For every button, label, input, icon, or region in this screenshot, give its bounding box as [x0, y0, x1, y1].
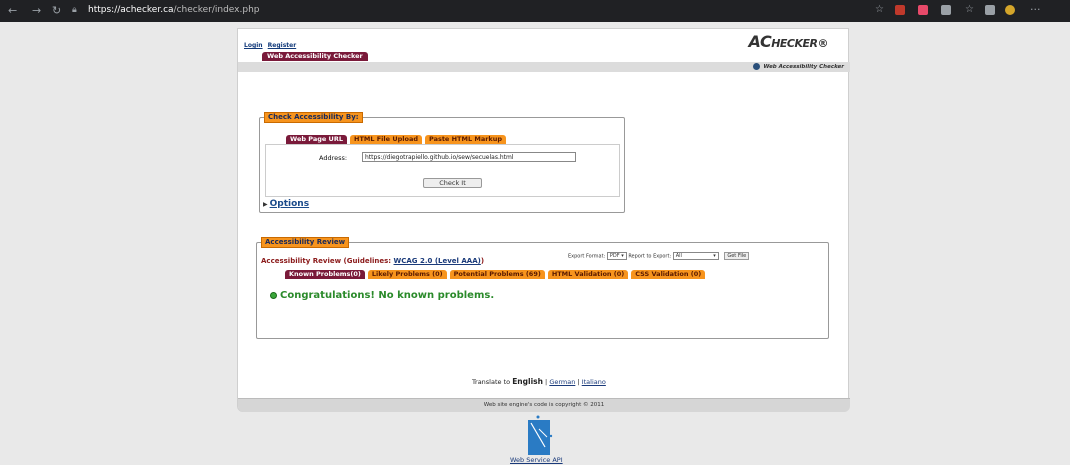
translate-bar: Translate to English | German | Italiano [472, 377, 606, 386]
review-title-prefix: Accessibility Review (Guidelines: [261, 257, 394, 265]
bar-title-text: Web Accessibility Checker [763, 64, 844, 70]
lang-german-link[interactable]: German [549, 378, 575, 386]
accessibility-review-fieldset: Accessibility Review Accessibility Revie… [256, 237, 829, 339]
web-service-api-icon[interactable] [525, 415, 553, 455]
url-host: https://achecker.ca [88, 5, 174, 15]
copyright-footer: Web site engine's code is copyright © 20… [238, 398, 850, 412]
web-service-api-link[interactable]: Web Service API [510, 456, 563, 464]
export-format-label: Export Format: [568, 253, 606, 260]
profile-avatar-icon[interactable] [1005, 5, 1015, 15]
export-format-value: PDF [609, 253, 620, 259]
translate-prefix: Translate to [472, 378, 511, 386]
tab-web-page-url[interactable]: Web Page URL [286, 135, 347, 144]
lock-icon: 🔒︎ [72, 5, 77, 15]
achecker-logo: ACHECKER® [748, 32, 829, 51]
export-format-select[interactable]: PDF ▾ [606, 252, 627, 260]
tab-likely-problems[interactable]: Likely Problems (0) [367, 270, 447, 279]
logo-big: AC [748, 32, 772, 51]
help-icon [753, 63, 761, 70]
report-select[interactable]: All ▾ [672, 252, 719, 260]
report-label: Report to Export: [628, 253, 672, 260]
check-icon [270, 291, 277, 299]
register-link[interactable]: Register [268, 42, 297, 49]
header-bar: Web Accessibility Checker [238, 62, 850, 72]
url-panel: Address: https://diegotrapiello.github.i… [265, 144, 620, 197]
get-file-button[interactable]: Get File [724, 252, 750, 260]
tab-potential-problems[interactable]: Potential Problems (69) [449, 270, 545, 279]
address-label: Address: [319, 154, 348, 162]
lang-italian-link[interactable]: Italiano [582, 378, 606, 386]
triangle-right-icon: ▶ [263, 201, 268, 208]
input-tabs: Web Page URL HTML File Upload Paste HTML… [286, 135, 507, 144]
forward-icon[interactable]: → [32, 4, 41, 17]
tab-html-validation[interactable]: HTML Validation (0) [547, 270, 629, 279]
report-value: All [675, 253, 682, 259]
tab-css-validation[interactable]: CSS Validation (0) [631, 270, 706, 279]
guideline-link[interactable]: WCAG 2.0 (Level AAA) [394, 257, 481, 265]
address-input[interactable]: https://diegotrapiello.github.io/sew/sec… [362, 152, 576, 162]
lang-separator: | [577, 378, 580, 386]
web-accessibility-checker-tab[interactable]: Web Accessibility Checker [262, 52, 368, 61]
check-accessibility-fieldset: Check Accessibility By: Web Page URL HTM… [259, 112, 625, 213]
extension-icon[interactable] [941, 5, 951, 15]
options-label: Options [269, 199, 310, 209]
congrats-text: Congratulations! No known problems. [280, 290, 495, 301]
address-bar[interactable]: https://achecker.ca/checker/index.php [88, 5, 260, 15]
refresh-icon[interactable]: ↻ [52, 4, 61, 17]
lang-separator: | [545, 378, 548, 386]
tab-paste-html-markup[interactable]: Paste HTML Markup [424, 135, 507, 144]
more-icon[interactable]: ··· [1030, 3, 1041, 16]
login-link[interactable]: Login [244, 42, 263, 49]
congrats-message: Congratulations! No known problems. [270, 290, 494, 301]
review-title-suffix: ) [480, 257, 485, 265]
top-links: Login Register [244, 42, 299, 49]
review-title: Accessibility Review (Guidelines: WCAG 2… [261, 257, 484, 265]
check-it-button[interactable]: Check It [423, 178, 482, 188]
check-legend: Check Accessibility By: [264, 112, 363, 123]
tab-known-problems[interactable]: Known Problems(0) [285, 270, 365, 279]
lang-english: English [512, 377, 543, 386]
favorite-star-icon[interactable]: ☆ [875, 4, 884, 15]
extension-icon[interactable] [918, 5, 928, 15]
export-controls: Export Format: PDF ▾ Report to Export: A… [568, 252, 750, 260]
browser-toolbar: ← → ↻ 🔒︎ https://achecker.ca/checker/ind… [0, 0, 1070, 22]
logo-reg: ® [817, 37, 829, 50]
page-container: Login Register Web Accessibility Checker… [237, 28, 850, 412]
url-path: /checker/index.php [173, 5, 260, 15]
review-legend: Accessibility Review [261, 237, 350, 248]
favorites-icon[interactable]: ☆ [965, 4, 974, 15]
options-toggle[interactable]: ▶ Options [263, 199, 311, 209]
review-tabs: Known Problems(0) Likely Problems (0) Po… [285, 270, 706, 279]
extension-icon[interactable] [895, 5, 905, 15]
collections-icon[interactable] [985, 5, 995, 15]
logo-rest: HECKER [771, 37, 818, 50]
tab-html-file-upload[interactable]: HTML File Upload [350, 135, 422, 144]
back-icon[interactable]: ← [8, 4, 17, 17]
header-bar-title: Web Accessibility Checker [753, 63, 844, 70]
